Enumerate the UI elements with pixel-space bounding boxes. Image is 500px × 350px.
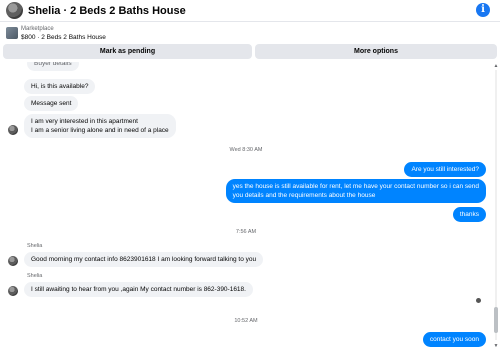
message-line: I am a senior living alone and in need o… [31, 127, 169, 134]
sender-name: Shelia [27, 243, 43, 249]
more-options-button[interactable]: More options [255, 44, 497, 59]
conversation-title[interactable]: Shelia · 2 Beds 2 Baths House [28, 5, 186, 17]
info-icon[interactable]: i [476, 3, 490, 17]
sender-avatar[interactable] [8, 286, 18, 296]
chat-scrollbar[interactable]: ▲ ▼ [492, 62, 500, 350]
message-bubble-outgoing: contact you soon [422, 332, 486, 347]
listing-actions: Mark as pending More options [0, 44, 500, 60]
mark-as-pending-button[interactable]: Mark as pending [3, 44, 252, 59]
listing-category: Marketplace [21, 26, 54, 32]
message-bubble-outgoing: yes the house is still available for ren… [225, 179, 486, 203]
chat-header: Shelia · 2 Beds 2 Baths House i [0, 0, 500, 22]
chevron-down-icon[interactable]: ▼ [493, 343, 499, 349]
sender-avatar[interactable] [8, 256, 18, 266]
timestamp: Wed 8:30 AM [229, 147, 263, 153]
listing-price-title[interactable]: $800 · 2 Beds 2 Baths House [21, 34, 106, 41]
message-line: you details and the requirements about t… [232, 192, 376, 199]
listing-banner[interactable]: Marketplace $800 · 2 Beds 2 Baths House [0, 24, 500, 44]
read-receipt-avatar [476, 298, 481, 303]
message-bubble: I still awaiting to hear from you ,again… [24, 282, 253, 297]
message-bubble-clipped: Buyer details [27, 62, 79, 71]
message-bubble: Message sent [24, 96, 79, 111]
message-bubble-outgoing: thanks [452, 207, 486, 222]
sender-avatar[interactable] [8, 125, 18, 135]
avatar[interactable] [6, 2, 23, 19]
message-bubble: I am very interested in this apartment I… [24, 114, 176, 138]
timestamp: 7:56 AM [235, 229, 257, 235]
timestamp: 10:52 AM [234, 318, 258, 324]
listing-thumbnail[interactable] [6, 27, 18, 39]
message-thread[interactable]: Buyer details Hi, is this available? Mes… [0, 62, 492, 350]
chevron-up-icon[interactable]: ▲ [493, 63, 499, 69]
scroll-track[interactable] [495, 70, 497, 340]
message-bubble: Hi, is this available? [24, 79, 96, 94]
sender-name: Shelia [27, 273, 43, 279]
scroll-thumb[interactable] [494, 307, 498, 333]
message-line: yes the house is still available for ren… [232, 183, 479, 190]
message-bubble: Good morning my contact info 8623901618 … [24, 252, 264, 267]
message-bubble-outgoing: Are you still interested? [404, 162, 486, 177]
message-line: I am very interested in this apartment [31, 118, 138, 125]
